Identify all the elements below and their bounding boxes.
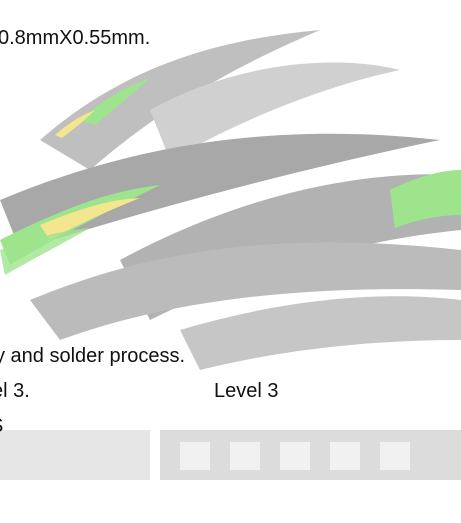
spec-text-fragment: S	[0, 415, 3, 438]
spec-text-dimensions: 0.8mmX0.55mm.	[0, 27, 151, 49]
spec-text-level-left: el 3.	[0, 380, 30, 402]
spec-text-level-right: Level 3	[214, 380, 279, 402]
spec-text-solder-process: y and solder process.	[0, 345, 186, 367]
watermark-logo	[0, 30, 461, 480]
